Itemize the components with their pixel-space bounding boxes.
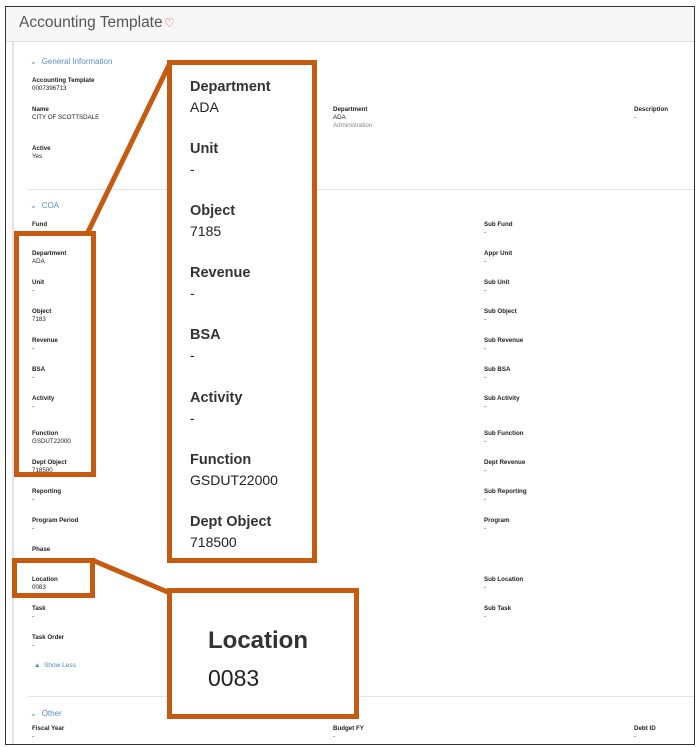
- zoom-function: Function GSDUT22000: [190, 452, 278, 488]
- zoom-revenue: Revenue -: [190, 265, 250, 301]
- field-value: -: [190, 347, 195, 363]
- zoom-dept-object: Dept Object 718500: [190, 514, 271, 550]
- field-label: Unit: [190, 141, 219, 157]
- field-label: Activity: [190, 390, 243, 406]
- zoom-department: Department ADA: [190, 79, 271, 115]
- field-value: -: [190, 410, 195, 426]
- field-label: Object: [190, 203, 236, 219]
- zoom-callout-coa: Department ADA Unit - Object 7185 Revenue - …: [167, 60, 317, 563]
- highlight-box-coa-fields: [14, 231, 96, 477]
- field-value: 718500: [190, 534, 237, 550]
- field-value: GSDUT22000: [190, 472, 278, 488]
- field-label: Location: [208, 627, 308, 654]
- zoom-location: Location 0083: [208, 627, 308, 692]
- zoom-callout-location: Location 0083: [167, 588, 359, 719]
- field-value: -: [190, 161, 195, 177]
- zoom-object: Object 7185: [190, 203, 235, 239]
- highlight-box-location: [12, 558, 95, 598]
- field-value: 7185: [190, 223, 222, 239]
- field-label: Department: [190, 79, 271, 95]
- field-label: Function: [190, 452, 252, 468]
- field-label: Dept Object: [190, 514, 272, 530]
- field-value: ADA: [190, 99, 219, 115]
- connector-line: [91, 557, 171, 596]
- zoom-bsa: BSA -: [190, 327, 221, 363]
- field-label: Revenue: [190, 265, 251, 281]
- field-label: BSA: [190, 327, 221, 343]
- zoom-unit: Unit -: [190, 141, 218, 177]
- field-value: 0083: [208, 665, 260, 691]
- connector-line: [85, 61, 173, 234]
- field-value: -: [190, 285, 195, 301]
- zoom-activity: Activity -: [190, 390, 242, 426]
